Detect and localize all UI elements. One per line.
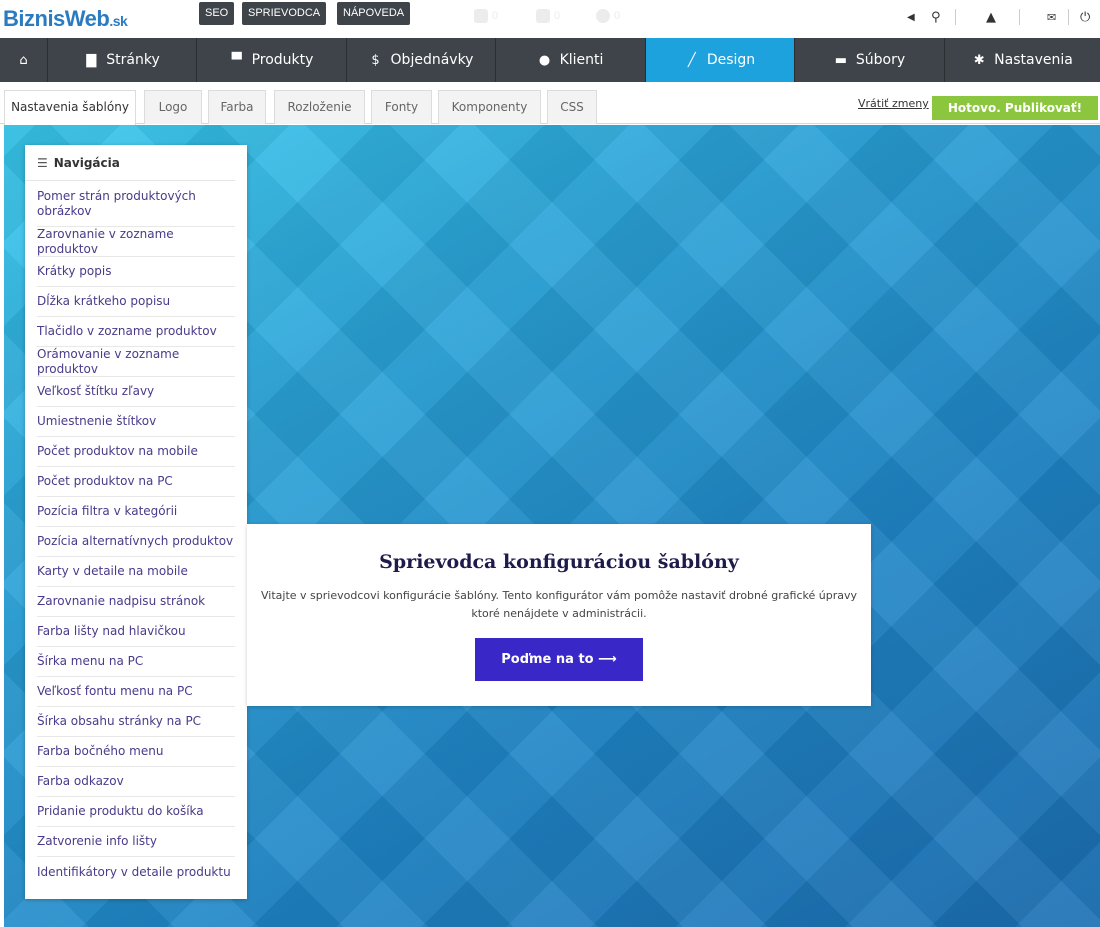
navigation-item[interactable]: Dĺžka krátkeho popisu xyxy=(37,287,235,317)
navigation-item[interactable]: Identifikátory v detaile produktu xyxy=(37,857,235,887)
logout-icon[interactable]: ⏻ xyxy=(1080,10,1090,25)
nav-design[interactable]: ╱ Design xyxy=(646,38,795,82)
tab-template-settings[interactable]: Nastavenia šablóny xyxy=(4,90,136,125)
search-icon[interactable]: ⚲ xyxy=(931,10,941,25)
wizard-title: Sprievodca konfiguráciou šablóny xyxy=(379,551,739,573)
home-icon: ⌂ xyxy=(19,52,28,68)
navigation-item[interactable]: Tlačidlo v zozname produktov xyxy=(37,317,235,347)
start-wizard-button[interactable]: Poďme na to ⟶ xyxy=(475,638,643,681)
back-icon[interactable]: ◀ xyxy=(907,12,915,23)
tab-layout[interactable]: Rozloženie xyxy=(274,90,365,124)
navigation-item[interactable]: Pozícia filtra v kategórii xyxy=(37,497,235,527)
nav-files[interactable]: ▬ Súbory xyxy=(795,38,945,82)
nav-settings[interactable]: ✱ Nastavenia xyxy=(945,38,1100,82)
nav-products[interactable]: ▀ Produkty xyxy=(197,38,347,82)
brush-icon: ╱ xyxy=(687,52,696,68)
nav-pages[interactable]: ▇ Stránky xyxy=(48,38,197,82)
mail-icon[interactable]: ✉ xyxy=(1047,11,1056,24)
gear-icon: ✱ xyxy=(973,52,985,68)
nav-clients[interactable]: ● Klienti xyxy=(496,38,646,82)
support-icon[interactable]: 0 xyxy=(596,9,620,23)
navigation-panel: ☰ Navigácia Pomer strán produktových obrá… xyxy=(25,145,247,899)
publish-button[interactable]: Hotovo. Publikovať! xyxy=(932,96,1098,120)
wizard-text: Vitajte v sprievodcovi konfigurácie šabl… xyxy=(261,589,857,620)
tab-color[interactable]: Farba xyxy=(208,90,266,124)
navigation-item[interactable]: Šírka obsahu stránky na PC xyxy=(37,707,235,737)
user-icon[interactable]: ▲ xyxy=(986,10,996,25)
list-icon: ☰ xyxy=(37,156,48,170)
notification-icon[interactable]: 0 xyxy=(474,9,498,23)
main-navigation: ⌂ ▇ Stránky ▀ Produkty $ Objednávky ● Klient… xyxy=(0,38,1100,82)
navigation-item[interactable]: Pozícia alternatívnych produktov xyxy=(37,527,235,557)
wizard-button[interactable]: SPRIEVODCA xyxy=(242,2,327,25)
navigation-item[interactable]: Farba odkazov xyxy=(37,767,235,797)
navigation-item[interactable]: Pridanie produktu do košíka xyxy=(37,797,235,827)
nav-orders[interactable]: $ Objednávky xyxy=(347,38,496,82)
navigation-item[interactable]: Orámovanie v zozname produktov xyxy=(37,347,235,377)
tab-logo[interactable]: Logo xyxy=(144,90,202,124)
tab-components[interactable]: Komponenty xyxy=(438,90,541,124)
wizard-card: Sprievodca konfiguráciou šablóny Vitajte… xyxy=(247,524,871,706)
logo[interactable]: BiznisWeb.sk xyxy=(3,6,128,32)
top-bar: BiznisWeb.sk SEO SPRIEVODCA NÁPOVEDA 0 0… xyxy=(0,0,1100,36)
tab-css[interactable]: CSS xyxy=(547,90,597,124)
folder-icon: ▬ xyxy=(834,52,847,68)
help-button[interactable]: NÁPOVEDA xyxy=(337,2,411,25)
orders-bag-icon[interactable]: 0 xyxy=(536,9,560,23)
page-icon: ▇ xyxy=(86,52,97,68)
navigation-item[interactable]: Veľkosť fontu menu na PC xyxy=(37,677,235,707)
navigation-item[interactable]: Krátky popis xyxy=(37,257,235,287)
navigation-item[interactable]: Šírka menu na PC xyxy=(37,647,235,677)
navigation-item[interactable]: Veľkosť štítku zľavy xyxy=(37,377,235,407)
revert-changes-link[interactable]: Vrátiť zmeny xyxy=(858,97,929,110)
navigation-item[interactable]: Zarovnanie nadpisu stránok xyxy=(37,587,235,617)
seo-button[interactable]: SEO xyxy=(199,2,235,25)
navigation-item[interactable]: Zatvorenie info lišty xyxy=(37,827,235,857)
panel-title: ☰ Navigácia xyxy=(25,145,235,181)
navigation-list: Pomer strán produktových obrázkov Zarovna… xyxy=(25,181,247,887)
navigation-item[interactable]: Počet produktov na mobile xyxy=(37,437,235,467)
navigation-item[interactable]: Zarovnanie v zozname produktov xyxy=(37,227,235,257)
cart-icon: ▀ xyxy=(231,52,242,68)
nav-home[interactable]: ⌂ xyxy=(0,38,48,82)
navigation-item[interactable]: Karty v detaile na mobile xyxy=(37,557,235,587)
navigation-item[interactable]: Farba lišty nad hlavičkou xyxy=(37,617,235,647)
navigation-item[interactable]: Počet produktov na PC xyxy=(37,467,235,497)
users-icon: ● xyxy=(538,52,551,68)
navigation-item[interactable]: Umiestnenie štítkov xyxy=(37,407,235,437)
tab-fonts[interactable]: Fonty xyxy=(371,90,432,124)
navigation-item[interactable]: Pomer strán produktových obrázkov xyxy=(37,181,235,227)
navigation-item[interactable]: Farba bočného menu xyxy=(37,737,235,767)
dollar-icon: $ xyxy=(371,52,380,68)
